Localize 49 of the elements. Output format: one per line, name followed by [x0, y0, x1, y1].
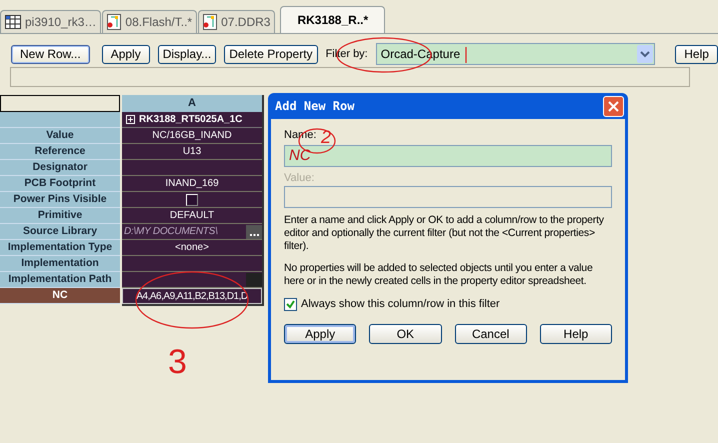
- annotation-mark: [465, 47, 467, 63]
- instruction-text: Enter a name and click Apply or OK to add a column/row to the property editor and optionally the current filter (but not the <Current properties> filter).: [284, 214, 605, 253]
- row-header[interactable]: Value: [0, 128, 120, 144]
- document-tab[interactable]: 07.DDR3: [198, 10, 276, 33]
- dialog-title: Add New Row: [275, 98, 354, 115]
- warning-text: No properties will be added to selected objects until you enter a value here or in the newly created cells in the property editor spreadsheet.: [284, 262, 594, 288]
- table-icon: [5, 15, 21, 29]
- row-header[interactable]: Implementation Path: [0, 272, 120, 288]
- close-icon: [608, 100, 619, 112]
- document-tab[interactable]: 08.Flash/T..*: [102, 10, 198, 33]
- row-header[interactable]: Power Pins Visible: [0, 192, 120, 208]
- cell-text: NC/16GB_INAND: [152, 129, 232, 143]
- column-header[interactable]: A: [122, 95, 262, 112]
- schematic-icon: [107, 14, 122, 30]
- schematic-icon: [203, 14, 218, 30]
- dialog-button[interactable]: Cancel: [454, 324, 527, 344]
- expand-icon[interactable]: [126, 115, 135, 124]
- cell-text: U13: [182, 145, 202, 159]
- cell-text: INAND_169: [165, 177, 219, 191]
- row-header[interactable]: Implementation Type: [0, 240, 120, 256]
- row-header[interactable]: Reference: [0, 144, 120, 160]
- document-tab[interactable]: pi3910_rk3…: [0, 10, 102, 33]
- checkbox[interactable]: [284, 298, 297, 311]
- checkbox-label: Always show this column/row in this filter: [301, 297, 500, 312]
- cell-text: DEFAULT: [170, 209, 214, 223]
- dropdown-caret-icon: [637, 45, 654, 63]
- row-header[interactable]: Primitive: [0, 208, 120, 224]
- delete-property-button[interactable]: Delete Property: [224, 44, 318, 64]
- part-header: RK3188_RT5025A_1C: [122, 112, 262, 128]
- table-cell-text: D:\MY DOCUMENTS\: [123, 225, 218, 239]
- help-button[interactable]: Help: [675, 44, 718, 64]
- display-button[interactable]: Display...: [158, 44, 216, 64]
- value-label: Value:: [284, 173, 314, 184]
- row-header[interactable]: NC: [0, 288, 120, 304]
- row-header[interactable]: PCB Footprint: [0, 176, 120, 192]
- dialog-button[interactable]: Apply: [284, 324, 356, 344]
- row-header[interactable]: Implementation: [0, 256, 120, 272]
- dialog-button[interactable]: Help: [540, 324, 612, 344]
- row-header[interactable]: Designator: [0, 160, 120, 176]
- dialog-button[interactable]: OK: [369, 324, 442, 344]
- close-button[interactable]: [603, 96, 624, 116]
- new-row-button[interactable]: New Row...: [11, 44, 90, 64]
- name-field[interactable]: NC: [284, 145, 612, 167]
- cell-text: <none>: [175, 241, 209, 255]
- annotation-number: 3: [168, 345, 187, 379]
- apply-button[interactable]: Apply: [102, 44, 150, 64]
- row-header[interactable]: Source Library: [0, 224, 120, 240]
- document-tab[interactable]: RK3188_R..*: [280, 6, 386, 33]
- browse-button[interactable]: [246, 224, 262, 238]
